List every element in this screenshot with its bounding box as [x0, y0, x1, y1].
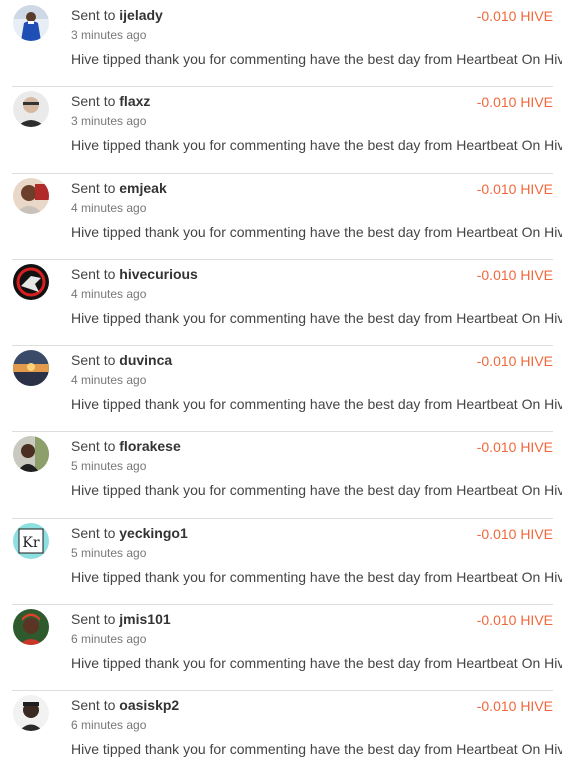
timestamp: 3 minutes ago — [71, 28, 147, 42]
transfer-row: Sent to oasiskp2 6 minutes ago Hive tipp… — [0, 690, 562, 776]
recipient-link[interactable]: yeckingo1 — [119, 525, 187, 541]
transfer-amount: -0.010 HIVE — [476, 698, 553, 715]
transfer-memo: Hive tipped thank you for commenting hav… — [71, 396, 562, 413]
timestamp: 6 minutes ago — [71, 718, 147, 733]
sent-prefix: Sent to — [71, 352, 116, 369]
user-avatar[interactable] — [13, 263, 49, 300]
transfer-memo: Hive tipped thank you for commenting hav… — [71, 655, 562, 672]
user-avatar[interactable] — [13, 695, 49, 732]
recipient-link[interactable]: duvinca — [119, 352, 172, 368]
transfer-memo: Hive tipped thank you for commenting hav… — [71, 51, 562, 67]
user-avatar[interactable] — [13, 91, 49, 128]
hivecurious-avatar-image — [13, 263, 49, 300]
sent-prefix: Sent to — [71, 265, 116, 282]
jmis101-avatar-image — [13, 609, 49, 646]
transfer-memo: Hive tipped thank you for commenting hav… — [71, 482, 562, 499]
sent-to-line: Sent to ijelady — [71, 7, 163, 23]
transfer-amount: -0.010 HIVE — [476, 180, 553, 197]
user-avatar[interactable]: Kr — [13, 522, 49, 559]
recipient-link[interactable]: ijelady — [119, 7, 163, 23]
sent-prefix: Sent to — [71, 179, 116, 196]
transfer-row: Sent to flaxz 3 minutes ago Hive tipped … — [0, 86, 562, 172]
transfer-memo: Hive tipped thank you for commenting hav… — [71, 741, 562, 758]
user-avatar[interactable] — [13, 177, 49, 214]
timestamp: 4 minutes ago — [71, 373, 147, 388]
ijelady-avatar-image — [13, 5, 49, 41]
transfer-row: Sent to duvinca 4 minutes ago Hive tippe… — [0, 345, 562, 431]
florakese-avatar-image — [13, 436, 49, 473]
transfer-amount: -0.010 HIVE — [476, 266, 553, 283]
timestamp: 4 minutes ago — [71, 200, 147, 215]
user-avatar[interactable] — [13, 436, 49, 473]
timestamp: 6 minutes ago — [71, 632, 147, 647]
yeckingo1-avatar-image: Kr — [13, 522, 49, 559]
transfer-row: Sent to ijelady 3 minutes ago Hive tippe… — [0, 0, 562, 86]
sent-to-line: Sent to jmis101 — [71, 611, 171, 627]
sent-to-line: Sent to flaxz — [71, 93, 150, 109]
sent-prefix: Sent to — [71, 438, 116, 455]
transfer-history-list: Sent to ijelady 3 minutes ago Hive tippe… — [0, 0, 562, 777]
transfer-amount: -0.010 HIVE — [476, 94, 553, 111]
transfer-amount: -0.010 HIVE — [476, 439, 553, 456]
sent-to-line: Sent to emjeak — [71, 180, 167, 196]
duvinca-avatar-image — [13, 350, 49, 387]
sent-to-line: Sent to yeckingo1 — [71, 525, 188, 541]
transfer-row: Sent to hivecurious 4 minutes ago Hive t… — [0, 258, 562, 345]
recipient-link[interactable]: hivecurious — [119, 266, 198, 282]
sent-prefix: Sent to — [71, 93, 116, 110]
transfer-memo: Hive tipped thank you for commenting hav… — [71, 309, 562, 326]
recipient-link[interactable]: emjeak — [119, 180, 166, 196]
user-avatar[interactable] — [13, 609, 49, 646]
transfer-amount: -0.010 HIVE — [476, 525, 553, 542]
transfer-row: Sent to jmis101 6 minutes ago Hive tippe… — [0, 604, 562, 690]
sent-to-line: Sent to oasiskp2 — [71, 697, 179, 713]
transfer-amount: -0.010 HIVE — [476, 8, 553, 24]
transfer-row: Kr Sent to yeckingo1 5 minutes ago Hive … — [0, 517, 562, 604]
sent-prefix: Sent to — [71, 697, 116, 714]
timestamp: 3 minutes ago — [71, 114, 147, 129]
user-avatar[interactable] — [13, 350, 49, 387]
transfer-memo: Hive tipped thank you for commenting hav… — [71, 568, 562, 585]
transfer-memo: Hive tipped thank you for commenting hav… — [71, 137, 562, 154]
recipient-link[interactable]: jmis101 — [119, 611, 170, 627]
timestamp: 4 minutes ago — [71, 286, 147, 301]
recipient-link[interactable]: oasiskp2 — [119, 697, 179, 713]
sent-to-line: Sent to hivecurious — [71, 266, 198, 282]
oasiskp2-avatar-image — [13, 695, 49, 732]
sent-prefix: Sent to — [71, 524, 116, 541]
sent-to-line: Sent to duvinca — [71, 352, 172, 368]
emjeak-avatar-image — [13, 177, 49, 214]
transfer-amount: -0.010 HIVE — [476, 612, 553, 629]
timestamp: 5 minutes ago — [71, 545, 147, 560]
avatar-logo-text: Kr — [22, 535, 39, 551]
sent-to-line: Sent to florakese — [71, 438, 181, 454]
recipient-link[interactable]: flaxz — [119, 93, 150, 109]
transfer-row: Sent to florakese 5 minutes ago Hive tip… — [0, 431, 562, 517]
recipient-link[interactable]: florakese — [119, 438, 180, 454]
sent-prefix: Sent to — [71, 7, 116, 23]
transfer-amount: -0.010 HIVE — [476, 353, 553, 370]
timestamp: 5 minutes ago — [71, 459, 147, 474]
transfer-row: Sent to emjeak 4 minutes ago Hive tipped… — [0, 172, 562, 259]
sent-prefix: Sent to — [71, 611, 116, 628]
flaxz-avatar-image — [13, 91, 49, 128]
transfer-memo: Hive tipped thank you for commenting hav… — [71, 223, 562, 240]
user-avatar[interactable] — [13, 5, 49, 41]
